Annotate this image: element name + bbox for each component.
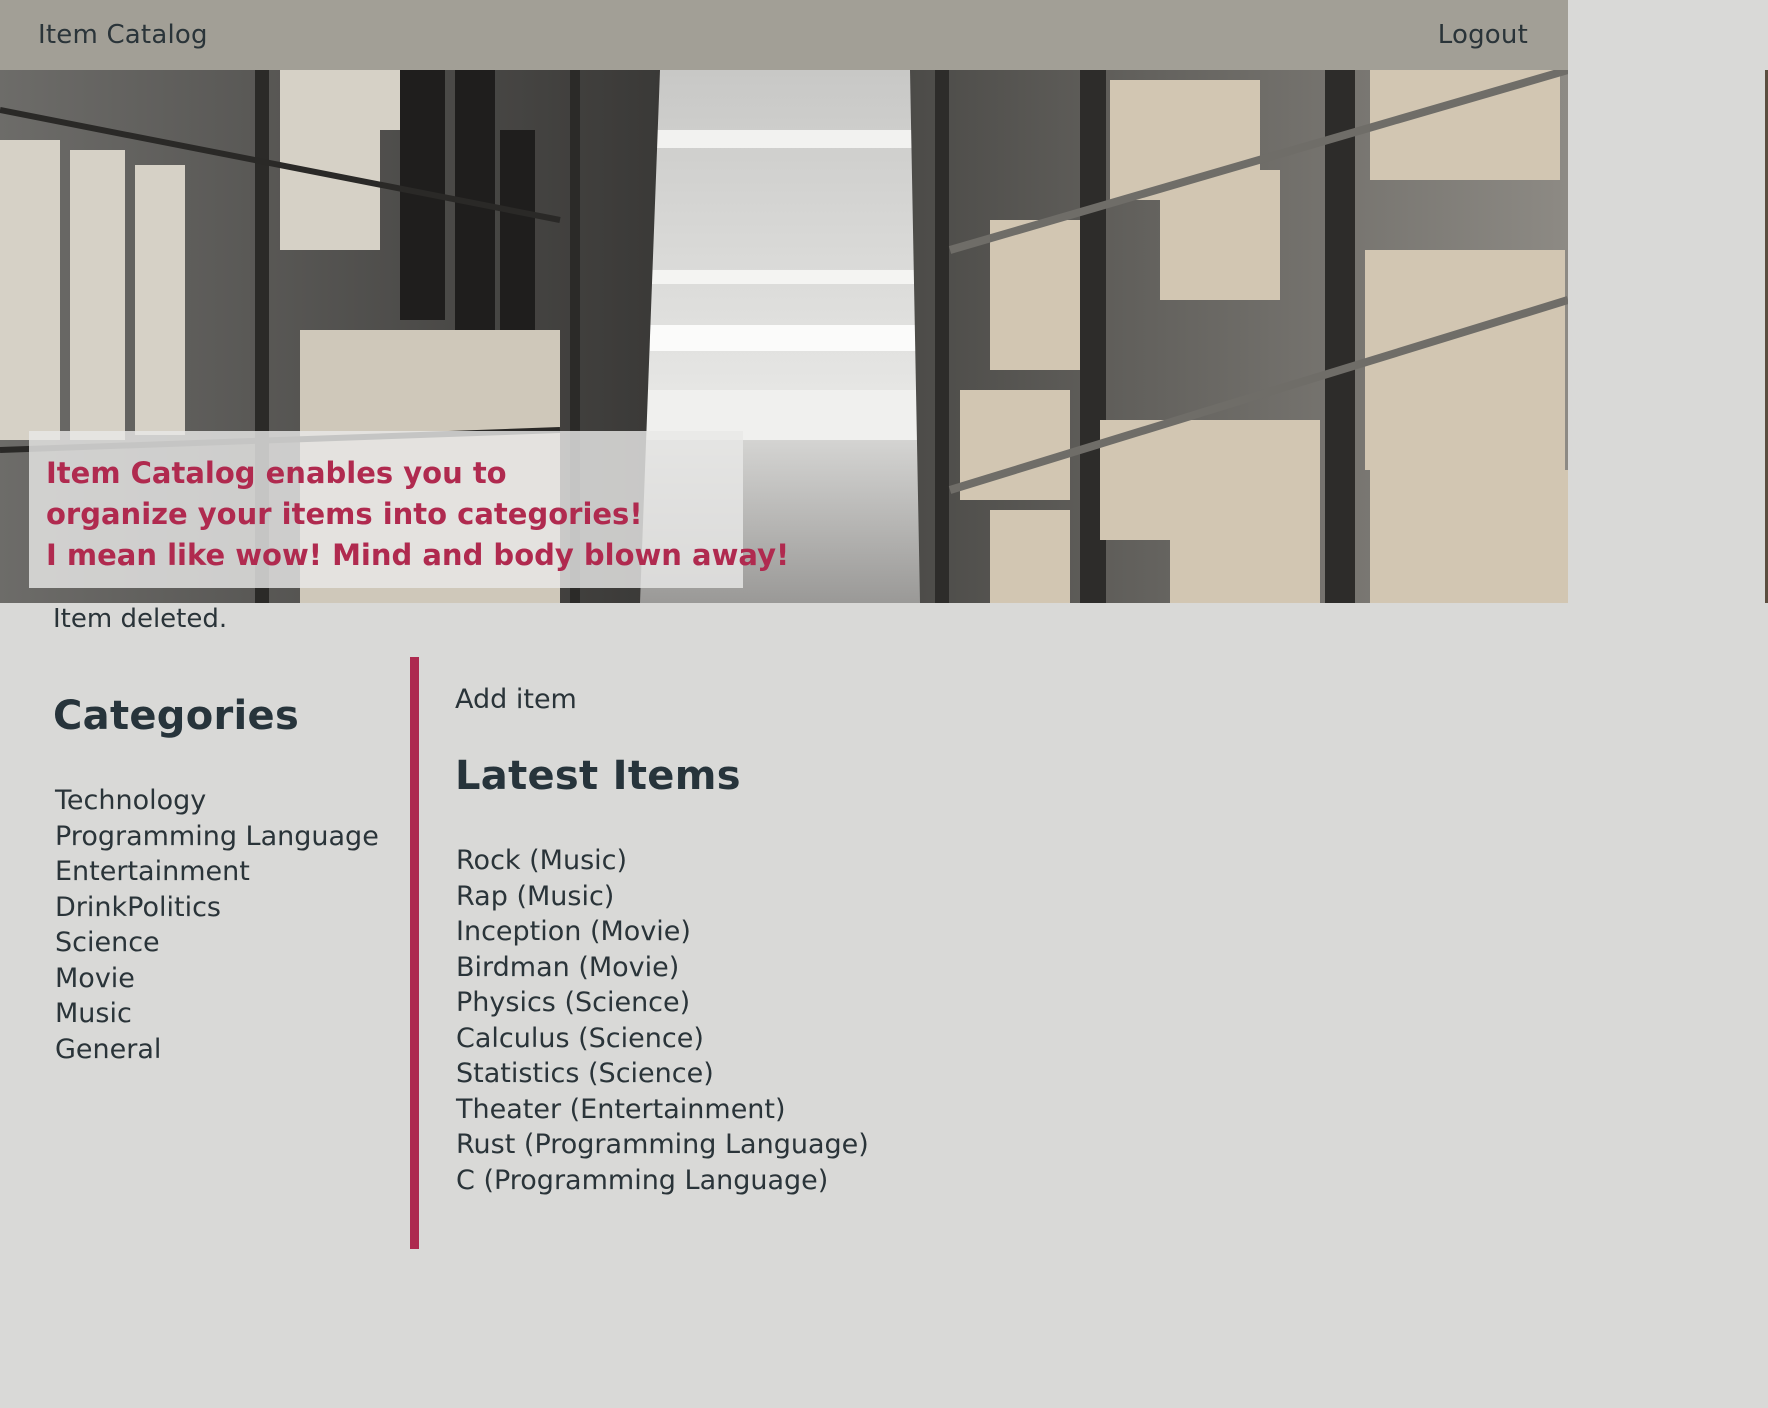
item-category: (Movie) [581,916,691,947]
category-link-drinkpolitics[interactable]: DrinkPolitics [53,890,403,926]
item-name: Rap [456,880,508,912]
logout-link[interactable]: Logout [1438,20,1528,50]
item-name: Rock [456,845,521,876]
item-name: Calculus [456,1022,570,1054]
list-item: Physics (Science) [455,985,1455,1021]
list-item: Rust (Programming Language) [455,1127,1455,1163]
item-link[interactable]: Calculus (Science) [455,1021,1455,1057]
item-category: (Science) [579,1058,714,1089]
item-name: Inception [456,916,582,947]
list-item: Rock (Music) [455,843,1455,879]
latest-items-title: Latest Items [455,753,741,799]
categories-sidebar: Categories Technology Programming Langua… [53,693,403,1067]
item-name: Theater [456,1093,562,1125]
item-category: (Programming Language) [474,1164,829,1196]
list-item: Theater (Entertainment) [455,1092,1455,1128]
list-item: General [53,1032,403,1068]
item-link[interactable]: Theater (Entertainment) [455,1092,1455,1128]
item-name: C [456,1164,475,1196]
item-link[interactable]: Rap (Music) [455,879,1455,915]
add-item-link[interactable]: Add item [455,684,1455,715]
list-item: C (Programming Language) [455,1163,1455,1199]
category-link-movie[interactable]: Movie [53,961,403,997]
item-link[interactable]: Rust (Programming Language) [455,1127,1455,1163]
categories-title: Categories [53,693,300,739]
hero-banner: Item Catalog enables you to organize you… [0,70,1568,603]
item-category: (Entertainment) [561,1093,786,1125]
item-link[interactable]: Statistics (Science) [455,1056,1455,1092]
item-link[interactable]: C (Programming Language) [455,1163,1455,1199]
item-name: Physics [456,987,556,1018]
item-category: (Programming Language) [515,1129,869,1160]
item-link[interactable]: Inception (Movie) [455,914,1455,950]
hero-line: Item Catalog enables you to [46,456,507,490]
section-divider [410,657,419,1249]
item-link[interactable]: Birdman (Movie) [455,950,1455,986]
latest-items-panel: Add item Latest Items Rock (Music) Rap (M… [455,684,1455,1198]
category-link-music[interactable]: Music [53,996,403,1032]
item-name: Statistics [456,1058,580,1089]
item-category: (Science) [569,1022,704,1054]
list-item: Entertainment [53,854,403,890]
list-item: DrinkPolitics [53,890,403,926]
item-link[interactable]: Rock (Music) [455,843,1455,879]
category-link-science[interactable]: Science [53,925,403,961]
item-name: Birdman [456,951,570,983]
categories-list: Technology Programming Language Entertai… [53,783,403,1067]
latest-items-list: Rock (Music) Rap (Music) Inception (Movie)… [455,843,1455,1198]
list-item: Technology [53,783,403,819]
hero-caption: Item Catalog enables you to organize you… [29,431,790,588]
category-link-programming-language[interactable]: Programming Language [53,819,403,855]
list-item: Calculus (Science) [455,1021,1455,1057]
top-navbar: Item Catalog Logout [0,0,1568,70]
category-link-general[interactable]: General [53,1032,403,1068]
hero-line: I mean like wow! Mind and body blown awa… [46,538,790,572]
list-item: Rap (Music) [455,879,1455,915]
list-item: Science [53,925,403,961]
category-link-technology[interactable]: Technology [53,783,403,819]
item-category: (Music) [507,880,615,912]
list-item: Movie [53,961,403,997]
brand-link[interactable]: Item Catalog [38,20,208,50]
item-name: Rust [456,1129,516,1160]
list-item: Statistics (Science) [455,1056,1455,1092]
category-link-entertainment[interactable]: Entertainment [53,854,403,890]
list-item: Programming Language [53,819,403,855]
list-item: Inception (Movie) [455,914,1455,950]
item-category: (Movie) [569,951,680,983]
list-item: Music [53,996,403,1032]
flash-message: Item deleted. [53,604,228,634]
list-item: Birdman (Movie) [455,950,1455,986]
item-link[interactable]: Physics (Science) [455,985,1455,1021]
item-category: (Music) [520,845,628,876]
hero-line: organize your items into categories! [46,497,643,531]
item-category: (Science) [555,987,691,1018]
